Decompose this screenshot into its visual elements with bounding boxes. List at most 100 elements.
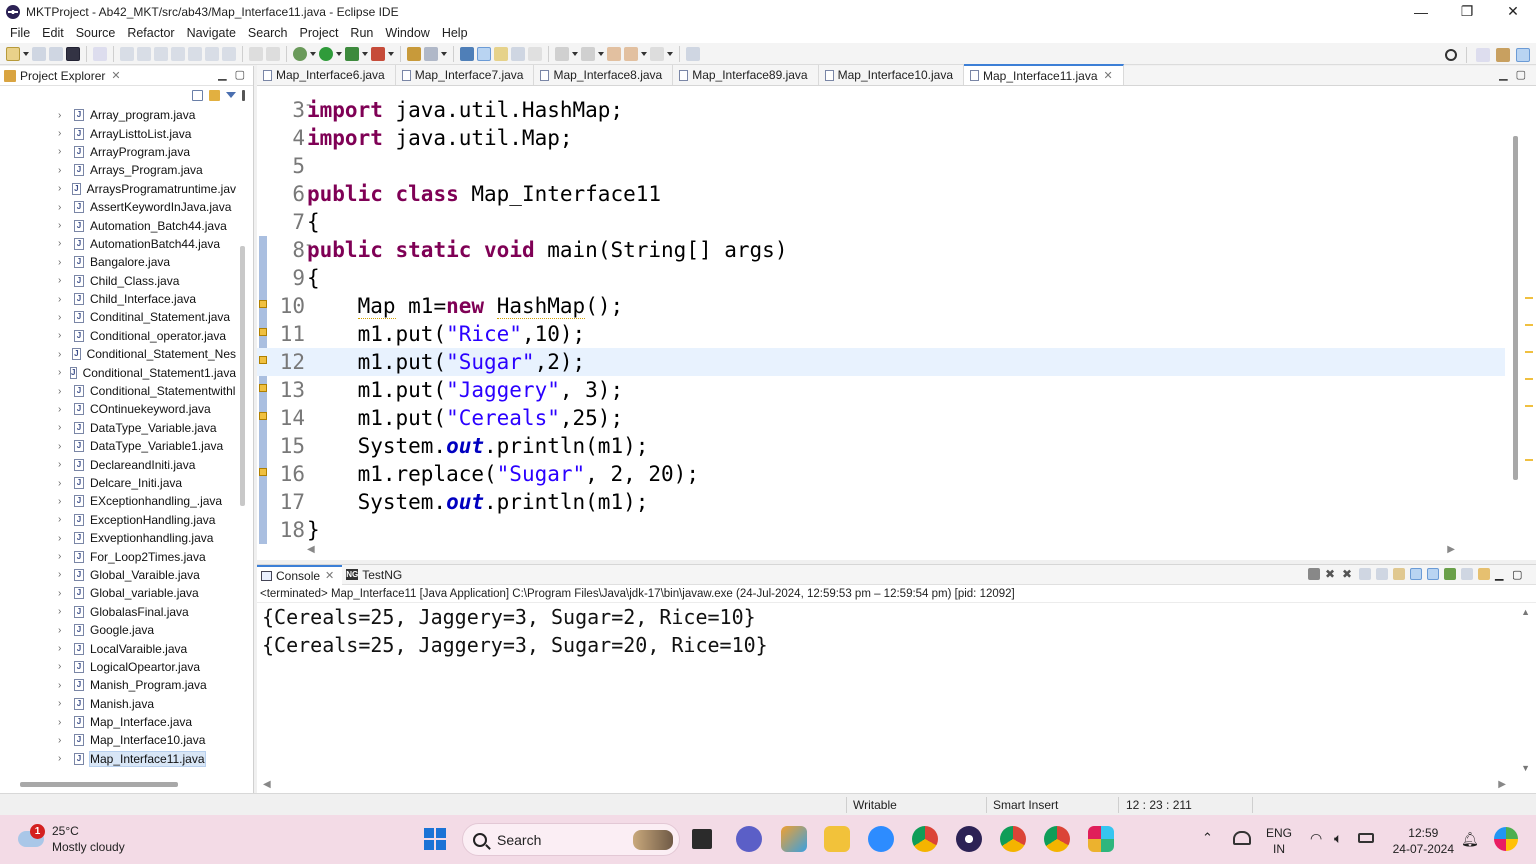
chevron-right-icon[interactable]: › bbox=[58, 514, 68, 525]
terminate-icon[interactable] bbox=[154, 46, 168, 61]
overview-warning-mark[interactable] bbox=[1525, 458, 1533, 461]
code-line[interactable]: 13 m1.put("Jaggery", 3); bbox=[257, 376, 1505, 404]
chevron-right-icon[interactable]: › bbox=[58, 312, 68, 323]
external-tools-icon[interactable] bbox=[371, 46, 385, 61]
menu-navigate[interactable]: Navigate bbox=[181, 26, 242, 40]
new-dropdown[interactable] bbox=[23, 47, 29, 61]
maximize-view-icon[interactable]: ▢ bbox=[1512, 568, 1524, 581]
code-line[interactable]: 16 m1.replace("Sugar", 2, 20); bbox=[257, 460, 1505, 488]
chevron-right-icon[interactable]: › bbox=[58, 294, 68, 305]
close-icon[interactable]: ✕ bbox=[325, 569, 334, 582]
minimize-editor-icon[interactable]: ▁ bbox=[1499, 68, 1507, 81]
warning-icon[interactable] bbox=[259, 412, 267, 420]
overview-warning-mark[interactable] bbox=[1525, 378, 1533, 381]
code-line[interactable]: 7{ bbox=[257, 208, 1505, 236]
chevron-right-icon[interactable]: › bbox=[58, 735, 68, 746]
scroll-up-icon[interactable]: ▲ bbox=[1521, 607, 1530, 617]
search-tool-icon[interactable] bbox=[424, 46, 438, 61]
editor-scrollbar[interactable] bbox=[1513, 136, 1518, 480]
cursor-position[interactable]: 12 : 23 : 211 bbox=[1126, 798, 1192, 812]
menu-project[interactable]: Project bbox=[294, 26, 345, 40]
tree-item[interactable]: › J ExceptionHandling.java bbox=[0, 511, 236, 529]
chevron-right-icon[interactable]: › bbox=[58, 238, 68, 249]
console-horizontal-scrollbar[interactable]: ◀ ▶ bbox=[257, 779, 1512, 793]
tree-item[interactable]: › J Manish.java bbox=[0, 695, 236, 713]
maximize-view-icon[interactable]: ▢ bbox=[235, 68, 245, 81]
tree-item[interactable]: › J Automation_Batch44.java bbox=[0, 216, 236, 234]
code-area[interactable]: 3 ⁼ import java.util.HashMap; 4 import java.… bbox=[257, 86, 1505, 544]
warning-icon[interactable] bbox=[259, 468, 267, 476]
coverage-dropdown[interactable] bbox=[362, 47, 368, 61]
chevron-right-icon[interactable]: › bbox=[58, 146, 68, 157]
tree-item[interactable]: › J DeclareandIniti.java bbox=[0, 455, 236, 473]
pilcrow-icon[interactable] bbox=[528, 46, 542, 61]
back-icon[interactable] bbox=[624, 46, 638, 61]
chevron-right-icon[interactable]: › bbox=[58, 349, 66, 360]
chevron-right-icon[interactable]: › bbox=[58, 569, 68, 580]
save-icon[interactable] bbox=[32, 46, 46, 61]
overview-ruler[interactable] bbox=[1524, 86, 1534, 526]
chevron-right-icon[interactable]: › bbox=[58, 202, 68, 213]
tree-item[interactable]: › J ArrayListtoList.java bbox=[0, 124, 236, 142]
tree-item[interactable]: › J ArraysProgramatruntime.jav bbox=[0, 180, 236, 198]
search-icon[interactable] bbox=[1445, 49, 1457, 61]
scroll-lock-icon[interactable] bbox=[1376, 568, 1388, 580]
code-line[interactable]: 14 m1.put("Cereals",25); bbox=[257, 404, 1505, 432]
code-line[interactable]: 6 public class Map_Interface11 bbox=[257, 180, 1505, 208]
menu-refactor[interactable]: Refactor bbox=[121, 26, 180, 40]
menu-edit[interactable]: Edit bbox=[36, 26, 70, 40]
chevron-right-icon[interactable]: › bbox=[58, 367, 64, 378]
chevron-right-icon[interactable]: › bbox=[58, 330, 68, 341]
next-edit-icon[interactable] bbox=[555, 46, 569, 61]
menu-help[interactable]: Help bbox=[436, 26, 474, 40]
tree-item[interactable]: › J Conditional_Statement_Nes bbox=[0, 345, 236, 363]
overview-warning-mark[interactable] bbox=[1525, 324, 1533, 327]
chevron-right-icon[interactable]: › bbox=[58, 459, 68, 470]
tree-item[interactable]: › J Manish_Program.java bbox=[0, 676, 236, 694]
display-console-icon[interactable] bbox=[1461, 568, 1473, 580]
editor-tab[interactable]: Map_Interface10.java bbox=[818, 65, 965, 85]
open-task-icon[interactable] bbox=[249, 46, 263, 61]
menu-source[interactable]: Source bbox=[70, 26, 122, 40]
overview-warning-mark[interactable] bbox=[1525, 297, 1533, 300]
resume-icon[interactable] bbox=[120, 46, 134, 61]
tree-item[interactable]: › J Conditional_Statementwithl bbox=[0, 382, 236, 400]
warning-icon[interactable] bbox=[259, 356, 267, 364]
open-perspective-icon[interactable] bbox=[1476, 48, 1490, 62]
tree-item[interactable]: › J LocalVaraible.java bbox=[0, 639, 236, 657]
skip-breakpoints-icon[interactable] bbox=[93, 46, 107, 61]
widgets-icon[interactable] bbox=[781, 826, 807, 852]
tree-item[interactable]: › J ArrayProgram.java bbox=[0, 143, 236, 161]
battery-icon[interactable] bbox=[1358, 833, 1374, 843]
chevron-right-icon[interactable]: › bbox=[58, 643, 68, 654]
editor-tab[interactable]: Map_Interface6.java bbox=[257, 65, 396, 85]
save-all-icon[interactable] bbox=[49, 46, 63, 61]
task-view-icon[interactable] bbox=[692, 829, 712, 849]
next-edit-dropdown[interactable] bbox=[572, 47, 578, 61]
tree-item[interactable]: ›JMap_Interface2.java bbox=[0, 768, 236, 771]
chevron-right-icon[interactable]: › bbox=[58, 422, 68, 433]
link-with-editor-icon[interactable] bbox=[209, 89, 220, 101]
search-dropdown[interactable] bbox=[441, 47, 447, 61]
filter-icon[interactable] bbox=[226, 92, 236, 98]
chevron-right-icon[interactable]: › bbox=[58, 110, 68, 121]
language-indicator[interactable]: ENG IN bbox=[1266, 825, 1292, 857]
chevron-right-icon[interactable]: › bbox=[58, 386, 68, 397]
code-line[interactable]: 3 ⁼ import java.util.HashMap; bbox=[257, 96, 1505, 124]
system-clock[interactable]: 12:59 24-07-2024 bbox=[1393, 825, 1454, 857]
view-menu-icon[interactable] bbox=[242, 89, 245, 101]
warning-icon[interactable] bbox=[259, 384, 267, 392]
step-return-icon[interactable] bbox=[222, 46, 236, 61]
explorer-horizontal-scrollbar[interactable] bbox=[20, 782, 178, 787]
editor-tab[interactable]: Map_Interface89.java bbox=[673, 65, 819, 85]
code-line[interactable]: 11 m1.put("Rice",10); bbox=[257, 320, 1505, 348]
open-console-icon[interactable] bbox=[1478, 568, 1490, 580]
tree-item[interactable]: › J Array_program.java bbox=[0, 106, 236, 124]
close-button[interactable]: ✕ bbox=[1490, 0, 1536, 23]
tree-item[interactable]: › J Conditional_operator.java bbox=[0, 327, 236, 345]
taskbar-search[interactable]: Search bbox=[462, 823, 680, 856]
word-wrap-icon[interactable] bbox=[1393, 568, 1405, 580]
code-line[interactable]: 4 import java.util.Map; bbox=[257, 124, 1505, 152]
chevron-right-icon[interactable]: › bbox=[58, 698, 68, 709]
warning-icon[interactable] bbox=[259, 300, 267, 308]
